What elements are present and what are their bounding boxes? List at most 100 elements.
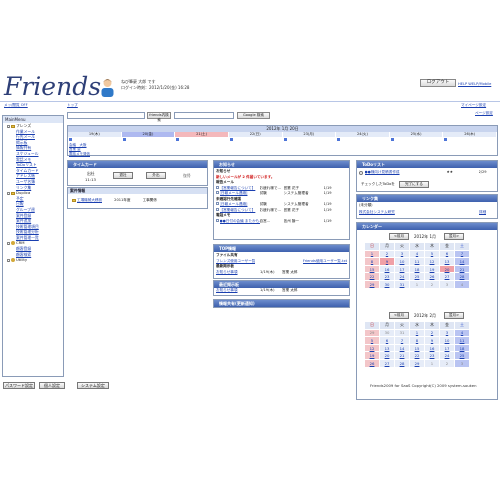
calendar-day[interactable]: 12 xyxy=(364,343,380,353)
calendar-day[interactable]: 3 xyxy=(439,328,455,338)
calendar-day[interactable]: 11 xyxy=(409,257,425,266)
schedule-day-column[interactable] xyxy=(390,137,444,155)
clock-out-button[interactable]: 退社 xyxy=(113,172,133,179)
schedule-event-link[interactable]: 電話メモ発信 xyxy=(69,152,121,157)
calendar-day[interactable]: 24 xyxy=(439,351,455,360)
calendar-day[interactable]: 25 xyxy=(409,272,425,281)
add-schedule-icon[interactable] xyxy=(390,138,394,141)
calendar-day[interactable]: 19 xyxy=(424,264,440,274)
calendar-day[interactable]: 6 xyxy=(379,336,395,345)
calendar-day[interactable]: 15 xyxy=(364,264,380,274)
add-schedule-icon[interactable] xyxy=(283,138,287,141)
calendar-prev-month-button-2[interactable]: <前月 xyxy=(389,312,409,319)
project-item-link[interactable]: 工場機械大移設 xyxy=(72,198,102,204)
calendar-day[interactable]: 24 xyxy=(394,272,410,281)
calendar-day[interactable]: 17 xyxy=(439,343,455,353)
calendar-day[interactable]: 13 xyxy=(439,257,455,266)
add-schedule-icon[interactable] xyxy=(337,138,341,141)
schedule-day-column[interactable] xyxy=(443,137,497,155)
calendar-day[interactable]: 10 xyxy=(394,257,410,266)
add-schedule-icon[interactable] xyxy=(122,138,126,141)
calendar-day[interactable]: 29 xyxy=(409,358,425,368)
calendar-day[interactable]: 21 xyxy=(454,264,470,274)
recent-bbs-subject[interactable]: お知らせ事項 xyxy=(216,288,260,294)
menu-item[interactable]: - Utility xyxy=(3,257,63,263)
calendar-day[interactable]: 4 xyxy=(454,328,470,338)
schedule-day-column[interactable] xyxy=(229,137,283,155)
calendar-day[interactable]: 7 xyxy=(454,249,470,259)
calendar-day[interactable]: 13 xyxy=(379,343,395,353)
mypage-settings-link[interactable]: マイページ設定 xyxy=(461,103,486,108)
calendar-day[interactable]: 8 xyxy=(364,257,380,266)
calendar-day[interactable]: 23 xyxy=(379,272,395,281)
schedule-day-column[interactable] xyxy=(122,137,176,155)
calendar-day[interactable]: 2 xyxy=(424,328,440,338)
go-out-button[interactable]: 外出 xyxy=(146,172,166,179)
calendar-day[interactable]: 1 xyxy=(364,249,380,259)
expand-toggle-icon[interactable]: - xyxy=(7,124,10,128)
calendar-day[interactable]: 20 xyxy=(379,351,395,360)
calendar-day[interactable]: 7 xyxy=(394,336,410,345)
calendar-day[interactable]: 12 xyxy=(424,257,440,266)
breadcrumb-top-link[interactable]: トップ xyxy=(67,103,78,108)
calendar-day[interactable]: 25 xyxy=(454,351,470,360)
password-settings-button[interactable]: パスワード設定 xyxy=(3,382,35,389)
todo-complete-button[interactable]: 完了にする xyxy=(399,181,429,188)
calendar-day[interactable]: 5 xyxy=(424,249,440,259)
file-share-file[interactable]: Friends使用ユーザー覧.txt xyxy=(303,259,347,265)
calendar-day[interactable]: 27 xyxy=(439,272,455,281)
calendar-day[interactable]: 4 xyxy=(409,249,425,259)
calendar-day[interactable]: 9 xyxy=(379,257,395,266)
calendar-day[interactable]: 16 xyxy=(424,343,440,353)
expand-toggle-icon[interactable]: - xyxy=(7,241,10,245)
calendar-day[interactable]: 30 xyxy=(379,279,395,289)
calendar-day[interactable]: 1 xyxy=(409,328,425,338)
todo-item-link[interactable]: ●●様向け見積書作成 xyxy=(365,170,445,176)
calendar-day[interactable]: 23 xyxy=(424,351,440,360)
calendar-day[interactable]: 17 xyxy=(394,264,410,274)
return-button[interactable]: 復帰 xyxy=(183,173,191,179)
calendar-day[interactable]: 26 xyxy=(424,272,440,281)
calendar-day[interactable]: 21 xyxy=(394,351,410,360)
calendar-day[interactable]: 27 xyxy=(379,358,395,368)
friends-search-input[interactable] xyxy=(67,112,145,119)
calendar-day[interactable]: 20 xyxy=(439,264,455,274)
calendar-day[interactable]: 11 xyxy=(454,336,470,345)
calendar-next-month-button-2[interactable]: 翌月> xyxy=(444,312,464,319)
calendar-day[interactable]: 19 xyxy=(364,351,380,360)
page-settings-link[interactable]: ページ設定 xyxy=(475,111,493,116)
calendar-day[interactable]: 14 xyxy=(394,343,410,353)
schedule-day-column[interactable] xyxy=(175,137,229,155)
google-search-input[interactable] xyxy=(174,112,234,119)
schedule-day-column[interactable]: 会議 大阪 営業 会電話メモ発信 xyxy=(68,137,122,157)
calendar-day[interactable]: 6 xyxy=(439,249,455,259)
add-schedule-icon[interactable] xyxy=(229,138,233,141)
friends-search-button[interactable]: friends内検索 xyxy=(147,112,171,122)
bbs-subject[interactable]: お知らせ事項 xyxy=(216,270,260,276)
help-links[interactable]: HELP WELP/Mobile xyxy=(458,82,491,86)
calendar-day[interactable]: 16 xyxy=(379,264,395,274)
calendar-day[interactable]: 26 xyxy=(364,358,380,368)
calendar-day[interactable]: 28 xyxy=(454,272,470,281)
system-settings-button[interactable]: システム設定 xyxy=(77,382,109,389)
personal-settings-button[interactable]: 個人設定 xyxy=(39,382,65,389)
calendar-day[interactable]: 9 xyxy=(424,336,440,345)
google-search-button[interactable]: Google 検索 xyxy=(237,112,270,119)
calendar-day[interactable]: 14 xyxy=(454,257,470,266)
calendar-day[interactable]: 29 xyxy=(364,279,380,289)
add-schedule-icon[interactable] xyxy=(444,138,448,141)
schedule-day-column[interactable] xyxy=(283,137,337,155)
calendar-day[interactable]: 10 xyxy=(439,336,455,345)
expand-toggle-icon[interactable]: - xyxy=(7,258,10,262)
add-schedule-icon[interactable] xyxy=(176,138,180,141)
calendar-day[interactable]: 22 xyxy=(364,272,380,281)
calendar-day[interactable]: 3 xyxy=(394,249,410,259)
calendar-prev-month-button[interactable]: <前月 xyxy=(389,233,409,240)
calendar-day[interactable]: 22 xyxy=(409,351,425,360)
calendar-day[interactable]: 31 xyxy=(394,279,410,289)
calendar-day[interactable]: 8 xyxy=(409,336,425,345)
calendar-day[interactable]: 28 xyxy=(394,358,410,368)
calendar-day[interactable]: 2 xyxy=(379,249,395,259)
sidebar-toggle-link[interactable]: メッ/閲覧 OFF xyxy=(4,103,28,108)
calendar-day[interactable]: 5 xyxy=(364,336,380,345)
